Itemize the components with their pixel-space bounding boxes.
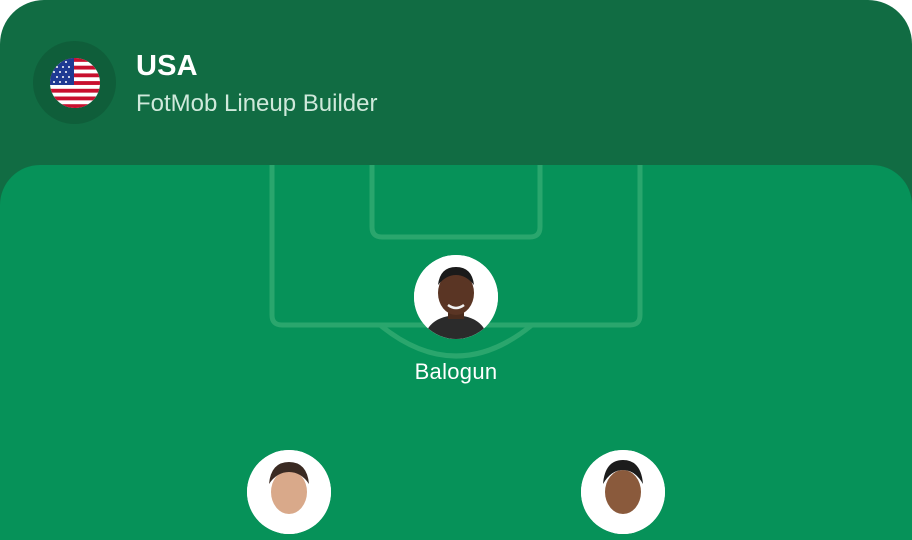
player-photo — [247, 450, 331, 534]
player-forward[interactable]: Balogun — [376, 255, 536, 385]
player-photo — [581, 450, 665, 534]
builder-subtitle: FotMob Lineup Builder — [136, 90, 378, 117]
player-avatar — [581, 450, 665, 534]
player-avatar — [247, 450, 331, 534]
player-avatar — [414, 255, 498, 339]
team-header: USA FotMob Lineup Builder — [0, 0, 912, 165]
pitch: Balogun — [0, 165, 912, 540]
team-flag — [33, 41, 116, 124]
us-flag-icon — [49, 57, 100, 108]
lineup-card: USA FotMob Lineup Builder Balogun — [0, 0, 912, 540]
player-left-winger[interactable] — [209, 450, 369, 540]
player-right-winger[interactable] — [543, 450, 703, 540]
player-name: Balogun — [414, 359, 498, 384]
team-name: USA — [136, 50, 198, 82]
player-photo — [414, 255, 498, 339]
